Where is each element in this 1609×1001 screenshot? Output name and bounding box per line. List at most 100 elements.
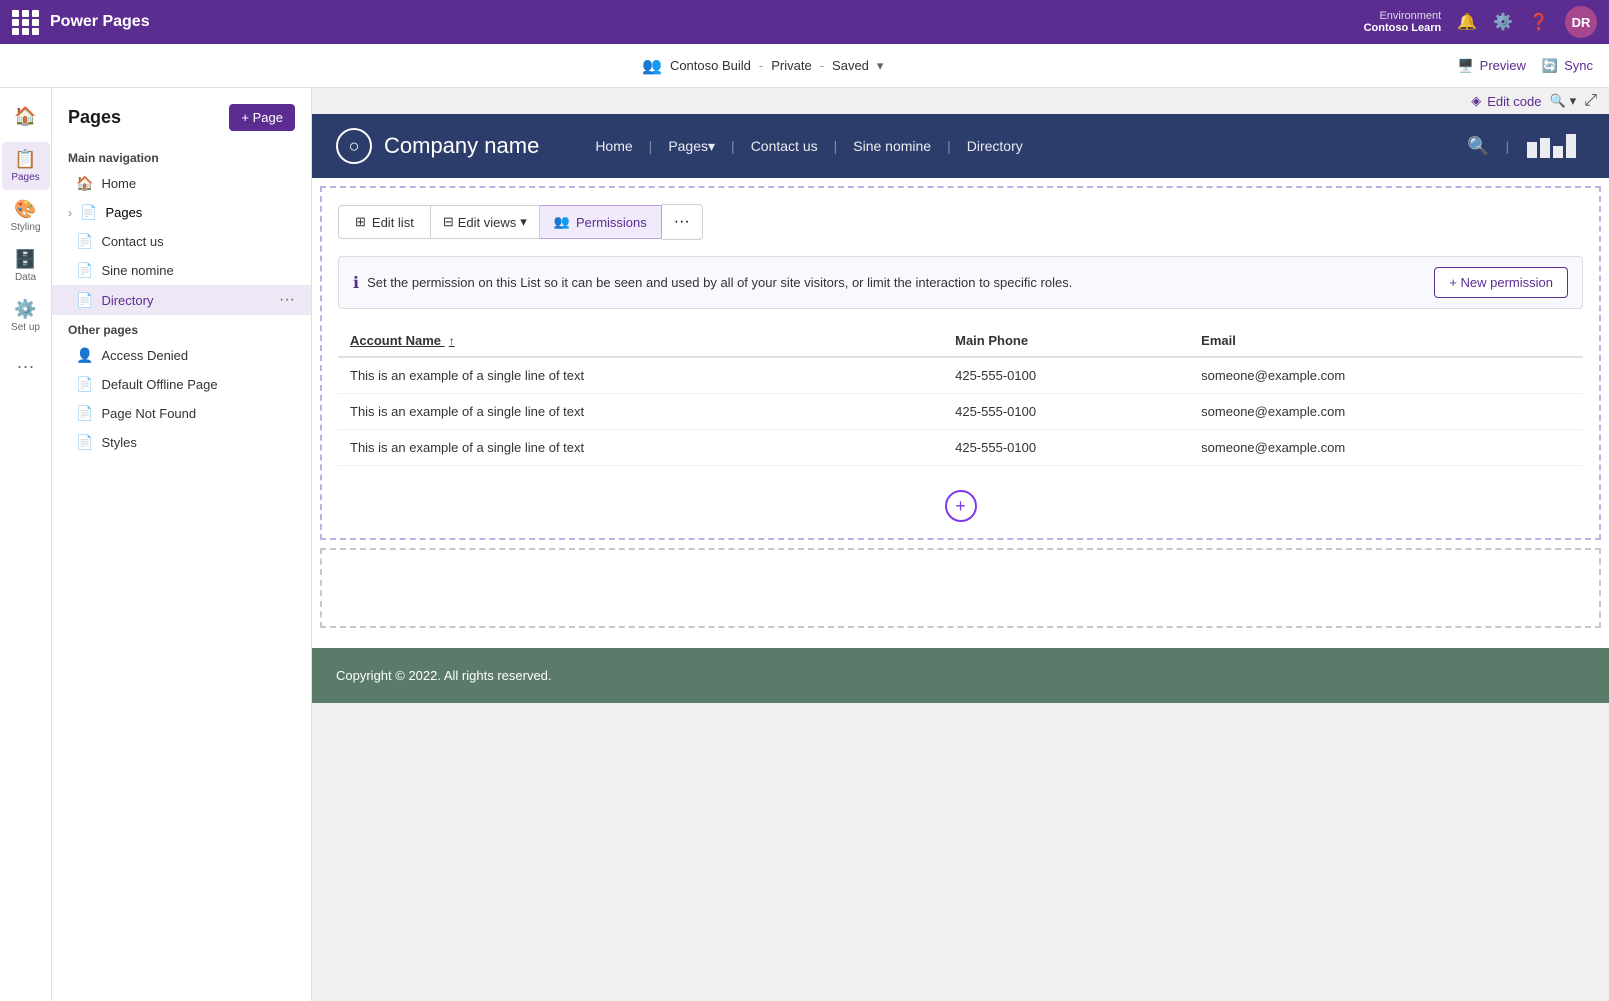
more-options-button[interactable]: ··· (662, 204, 703, 240)
nav-item-home[interactable]: 🏠 Home (52, 169, 311, 198)
site-nav-directory[interactable]: Directory (951, 138, 1039, 154)
sidebar-icons: 🏠 📋 Pages 🎨 Styling 🗄️ Data ⚙️ Set up ··… (0, 88, 52, 1001)
settings-icon[interactable]: ⚙️ (1493, 12, 1513, 32)
home-page-icon: 🏠 (76, 175, 93, 192)
site-visibility: Private (771, 58, 811, 73)
dropdown-chevron-icon[interactable]: ▾ (877, 58, 884, 74)
preview-topbar: ◈ Edit code 🔍 ▾ ⤢ (312, 88, 1609, 114)
edit-list-icon: ⊞ (355, 214, 366, 230)
sidebar-setup-icon[interactable]: ⚙️ Set up (2, 292, 50, 340)
nav-item-label: Directory (101, 293, 153, 308)
nav-item-label: Default Offline Page (101, 377, 217, 392)
site-logo-circle: ○ (336, 128, 372, 164)
nav-item-directory[interactable]: 📄 Directory ··· (52, 285, 311, 315)
table-cell-phone: 425-555-0100 (943, 430, 1189, 466)
nav-item-access-denied[interactable]: 👤 Access Denied (52, 341, 311, 370)
more-options-icon: ··· (674, 213, 690, 230)
permission-info-text: Set the permission on this List so it ca… (367, 275, 1072, 290)
zoom-controls[interactable]: 🔍 ▾ (1549, 93, 1576, 109)
sine-nomine-icon: 📄 (76, 262, 93, 279)
zoom-dropdown-icon: ▾ (1570, 93, 1577, 109)
edit-views-chevron: ▾ (520, 214, 527, 230)
table-cell-email: someone@example.com (1189, 357, 1583, 394)
main-layout: 🏠 📋 Pages 🎨 Styling 🗄️ Data ⚙️ Set up ··… (0, 88, 1609, 1001)
zoom-icon: 🔍 (1549, 93, 1565, 109)
nav-item-pages[interactable]: › 📄 Pages (52, 198, 311, 227)
site-navbar: ○ Company name Home | Pages▾ | Contact u… (312, 114, 1609, 178)
info-icon: ℹ (353, 273, 359, 293)
table-row: This is an example of a single line of t… (338, 357, 1583, 394)
table-cell-email: someone@example.com (1189, 430, 1583, 466)
nav-item-label: Styles (101, 435, 136, 450)
sidebar-pages-icon[interactable]: 📋 Pages (2, 142, 50, 190)
table-cell-email: someone@example.com (1189, 394, 1583, 430)
access-denied-icon: 👤 (76, 347, 93, 364)
edit-list-button[interactable]: ⊞ Edit list (338, 205, 431, 239)
help-icon[interactable]: ❓ (1529, 12, 1549, 32)
styles-icon: 📄 (76, 434, 93, 451)
site-nav-pages[interactable]: Pages▾ (652, 138, 731, 155)
table-cell-phone: 425-555-0100 (943, 357, 1189, 394)
site-name: Contoso Build (670, 58, 751, 73)
add-page-button[interactable]: + Page (229, 104, 295, 131)
site-nav-sine-nomine[interactable]: Sine nomine (837, 138, 947, 154)
add-section-button[interactable]: + (945, 490, 977, 522)
contact-page-icon: 📄 (76, 233, 93, 250)
sync-button[interactable]: 🔄 Sync (1542, 58, 1593, 74)
nav-item-page-not-found[interactable]: 📄 Page Not Found (52, 399, 311, 428)
footer-text: Copyright © 2022. All rights reserved. (336, 668, 552, 683)
content-area: ◈ Edit code 🔍 ▾ ⤢ ○ Company name Hom (312, 88, 1609, 1001)
expand-icon[interactable]: ⤢ (1584, 92, 1597, 110)
sidebar-home-icon[interactable]: 🏠 (2, 92, 50, 140)
nav-item-label: Home (101, 176, 136, 191)
pages-panel-title: Pages (68, 107, 121, 128)
nav-item-sine-nomine[interactable]: 📄 Sine nomine (52, 256, 311, 285)
sidebar-more-icon[interactable]: ··· (2, 342, 50, 390)
sidebar-styling-icon[interactable]: 🎨 Styling (2, 192, 50, 240)
nav-item-label: Sine nomine (101, 263, 173, 278)
directory-more-button[interactable]: ··· (279, 291, 295, 309)
edit-code-button[interactable]: ◈ Edit code (1471, 93, 1541, 109)
site-nav-home[interactable]: Home (579, 138, 648, 154)
table-row: This is an example of a single line of t… (338, 394, 1583, 430)
site-status: Saved (832, 58, 869, 73)
nav-item-label: Pages (105, 205, 142, 220)
permissions-button[interactable]: 👥 Permissions (540, 205, 662, 239)
environment-info: Environment Contoso Learn (1364, 10, 1442, 34)
list-widget-container: ⊞ Edit list ⊟ Edit views ▾ 👥 Permissions… (320, 186, 1601, 540)
site-nav-contact[interactable]: Contact us (735, 138, 834, 154)
nav-item-contact[interactable]: 📄 Contact us (52, 227, 311, 256)
site-people-icon: 👥 (642, 56, 662, 76)
site-nav-links: Home | Pages▾ | Contact us | Sine nomine… (579, 138, 1038, 155)
sidebar-data-icon[interactable]: 🗄️ Data (2, 242, 50, 290)
table-row: This is an example of a single line of t… (338, 430, 1583, 466)
table-cell-account: This is an example of a single line of t… (338, 357, 943, 394)
data-table: Account Name ↑ Main Phone Email (338, 325, 1583, 466)
app-grid-icon[interactable] (12, 10, 40, 35)
site-footer: Copyright © 2022. All rights reserved. (312, 648, 1609, 703)
site-nav-divider-right: | (1506, 139, 1509, 154)
nav-item-label: Access Denied (101, 348, 188, 363)
table-header-main-phone[interactable]: Main Phone (943, 325, 1189, 357)
avatar[interactable]: DR (1565, 6, 1597, 38)
edit-views-button[interactable]: ⊟ Edit views ▾ (431, 205, 540, 239)
nav-item-default-offline[interactable]: 📄 Default Offline Page (52, 370, 311, 399)
directory-page-icon: 📄 (76, 292, 93, 309)
nav-item-label: Page Not Found (101, 406, 196, 421)
pages-panel: Pages + Page Main navigation 🏠 Home › 📄 … (52, 88, 312, 1001)
new-permission-button[interactable]: + New permission (1434, 267, 1568, 298)
site-logo-text: Company name (384, 133, 539, 159)
table-header-account-name[interactable]: Account Name ↑ (338, 325, 943, 357)
table-header-email[interactable]: Email (1189, 325, 1583, 357)
preview-button[interactable]: 🖥️ Preview (1457, 58, 1525, 74)
notification-icon[interactable]: 🔔 (1457, 12, 1477, 32)
main-nav-title: Main navigation (52, 143, 311, 169)
permissions-icon: 👥 (554, 214, 570, 230)
separator: - (759, 58, 763, 73)
chevron-right-icon: › (68, 206, 72, 220)
nav-item-styles[interactable]: 📄 Styles (52, 428, 311, 457)
table-cell-account: This is an example of a single line of t… (338, 394, 943, 430)
site-search-icon[interactable]: 🔍 (1467, 136, 1489, 157)
list-toolbar: ⊞ Edit list ⊟ Edit views ▾ 👥 Permissions… (338, 204, 1583, 240)
default-offline-icon: 📄 (76, 376, 93, 393)
